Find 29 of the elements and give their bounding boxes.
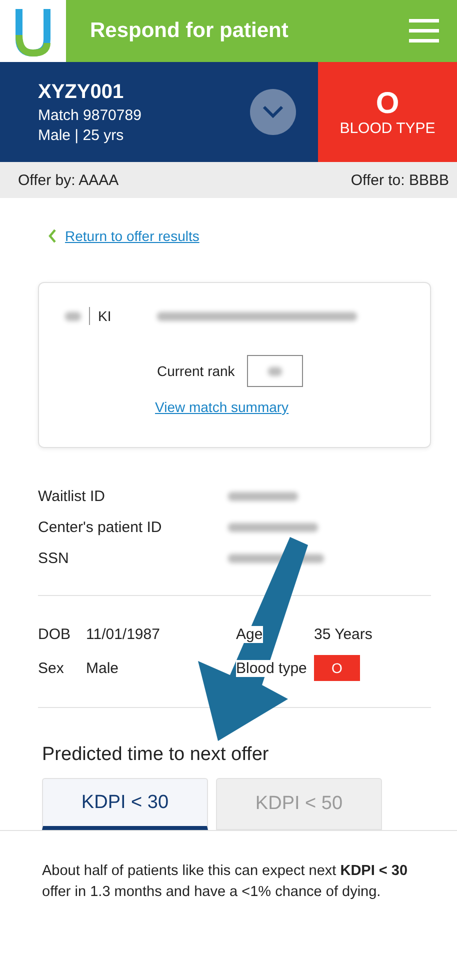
organ-label: KI [98,308,112,324]
blood-type-label: BLOOD TYPE [340,120,436,137]
blood-type-badge: O [314,655,360,681]
expand-button[interactable] [250,89,296,135]
match-number: Match 9870789 [38,106,142,124]
field-value: Male [86,660,119,676]
app-title: Respond for patient [89,19,290,43]
redacted-value [228,492,298,501]
rank-label: Current rank [157,363,235,379]
return-link[interactable]: Return to offer results [65,228,200,244]
field-label: Sex [38,660,64,676]
offer-by: Offer by: AAAA [18,172,119,188]
field-label: Center's patient ID [38,519,162,536]
menu-icon[interactable] [409,19,439,43]
field-label: Blood type [236,660,307,676]
blood-type-value: O [376,87,400,120]
prediction-text: About half of patients like this can expect next KDPI < 30 offer in 1.3 months and have a <1% chance of dying. [42,862,409,902]
chevron-left-icon [48,229,57,243]
patient-id: XYZY001 [38,80,125,104]
rank-field [246,355,303,387]
section-heading: Predicted time to next offer [42,744,270,766]
field-label: Age [236,626,263,643]
chevron-down-icon [262,105,284,119]
offer-to: Offer to: BBBB [350,172,449,188]
patient-summary: Male | 25 yrs [38,126,125,144]
match-summary-link[interactable]: View match summary [155,399,289,415]
kdpi-tab[interactable]: KDPI < 30 [42,778,208,830]
redacted-value [65,312,81,320]
kdpi-tab[interactable]: KDPI < 50 [216,778,382,830]
